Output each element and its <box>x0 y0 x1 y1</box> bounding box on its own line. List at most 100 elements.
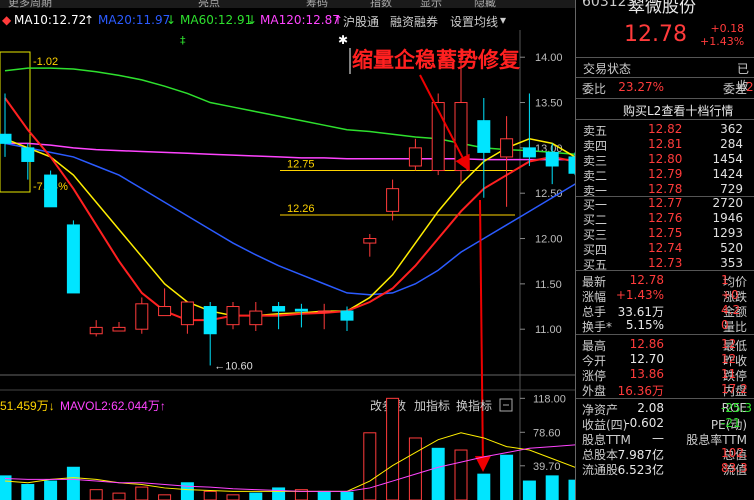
mavol2-value: MAVOL2:62.044万↑ <box>60 399 166 413</box>
ma120-value: MA120:12.87 <box>260 13 340 27</box>
ma60-arrow: ↓ <box>247 13 258 27</box>
divider <box>576 334 754 335</box>
weibi-label: 委比 <box>582 82 607 96</box>
stat-value: -21 <box>721 416 741 430</box>
candle-body <box>500 138 514 158</box>
stat-value: -25.3 <box>721 401 753 415</box>
ask-volume: 1424 <box>712 167 743 181</box>
divider <box>576 398 754 399</box>
stat-value: +1.43% <box>615 288 664 302</box>
candle-body <box>249 310 263 326</box>
ma-settings-button[interactable]: 设置均线 <box>450 13 498 30</box>
low-price-label: ←10.60 <box>214 360 253 372</box>
bid-volume: 2720 <box>712 196 743 210</box>
support-label-1226: 12.26 <box>287 203 315 215</box>
stat-row: 外盘 16.36万 内盘 17.2 <box>576 382 754 399</box>
toolbar-item-hide[interactable]: 隐藏 <box>474 0 496 8</box>
weibi-row: 委比 23.27% 委差 2 <box>576 80 754 97</box>
bid-volume: 1293 <box>712 226 743 240</box>
stat-value: 12.70 <box>629 352 664 366</box>
ask-price: 12.79 <box>648 167 683 181</box>
bid-volume: 520 <box>720 241 743 255</box>
toolbar-item-display[interactable]: 显示 <box>420 0 442 8</box>
chart-title: 缩量企稳蓄势修复 <box>352 48 521 72</box>
price-tick-label: 14.00 <box>535 52 563 64</box>
candle-body <box>135 303 149 330</box>
tab-rzrq[interactable]: 融资融券 <box>390 13 438 30</box>
volume-bar <box>44 480 58 500</box>
stat-value: 6.523亿 <box>617 463 664 477</box>
bid-price: 12.76 <box>648 211 683 225</box>
volume-bar <box>545 475 559 500</box>
mavol1-value: 51.459万↓ <box>0 399 55 413</box>
candle-body <box>294 308 308 312</box>
ask-price: 12.78 <box>648 182 683 196</box>
indicator-tab[interactable]: 加指标 <box>414 398 450 413</box>
stat-value: 11 <box>721 367 737 381</box>
volume-bar <box>66 466 80 500</box>
candle-body <box>545 151 559 167</box>
stat-value: — <box>652 431 664 445</box>
kline-chart[interactable]: 14.0013.5013.0012.5012.0011.5011.00118.0… <box>0 30 575 500</box>
bid-volume: 1946 <box>712 211 743 225</box>
ma120-arrow: ↑ <box>333 13 344 27</box>
candle-body <box>386 188 400 212</box>
volume-bar <box>477 473 491 500</box>
candle-body <box>66 224 80 294</box>
volume-bar <box>135 486 149 500</box>
toolbar-item-highlight[interactable]: 亮点 <box>198 0 220 8</box>
period-toolbar: 更多周期 亮点 筹码 指数 显示 隐藏 <box>0 0 575 8</box>
stat-value: 1 <box>721 273 729 287</box>
candle-body <box>408 147 422 167</box>
signal-marker: ✱ <box>338 33 348 47</box>
candle-body <box>272 306 286 312</box>
bid-price: 12.73 <box>648 256 683 270</box>
volume-tick-label: 118.00 <box>533 393 566 405</box>
candle-body <box>158 306 172 317</box>
candle-body <box>340 310 354 321</box>
toolbar-item-more-period[interactable]: 更多周期 <box>8 0 52 8</box>
volume-bar <box>0 475 12 500</box>
stat-value: 0 <box>721 318 729 332</box>
divider <box>576 98 754 99</box>
stat-label: 流通股 <box>582 463 619 477</box>
candle-body <box>180 301 194 326</box>
stat-value: 16.36万 <box>617 384 664 398</box>
indicator-tab[interactable]: 换指标 <box>456 398 492 413</box>
ask-price: 12.82 <box>648 122 683 136</box>
price-tick-label: 11.00 <box>535 324 562 336</box>
latest-price: 12.78 <box>624 22 687 47</box>
divider <box>576 57 754 58</box>
stat-value: 102. <box>721 446 748 460</box>
ma20-arrow: ↓ <box>166 13 177 27</box>
volume-bar <box>408 437 422 500</box>
volume-bar <box>89 489 103 500</box>
chevron-down-icon[interactable]: ▾ <box>500 13 506 27</box>
status-row: 交易状态 已收 <box>576 60 754 93</box>
volume-bar <box>21 483 35 500</box>
stat-value: 2.08 <box>637 401 664 415</box>
candle-body <box>89 326 103 335</box>
volume-bar <box>158 494 172 500</box>
volume-bar <box>203 490 217 500</box>
stat-label: 换手* <box>582 320 613 334</box>
ma10-arrow: ↑ <box>84 13 95 27</box>
stat-value: 12.86 <box>629 337 664 351</box>
weibi-value: 23.27% <box>618 80 664 94</box>
candle-body <box>203 306 217 335</box>
volume-bar <box>363 432 377 500</box>
volume-bar <box>522 480 536 500</box>
toolbar-item-chips[interactable]: 筹码 <box>306 0 328 8</box>
volume-bar <box>272 487 286 500</box>
candle-body <box>226 306 240 326</box>
candle-body <box>363 238 377 244</box>
toolbar-item-index[interactable]: 指数 <box>370 0 392 8</box>
candle-body <box>477 120 491 153</box>
bid-price: 12.77 <box>648 196 683 210</box>
bid-price: 12.75 <box>648 226 683 240</box>
tab-hgt[interactable]: 沪股通 <box>343 13 379 30</box>
ask-price: 12.80 <box>648 152 683 166</box>
l2-banner-button[interactable]: 购买L2查看十档行情 <box>576 102 754 119</box>
bid-volume: 353 <box>720 256 743 270</box>
weicha-label: 委差 <box>722 82 747 96</box>
